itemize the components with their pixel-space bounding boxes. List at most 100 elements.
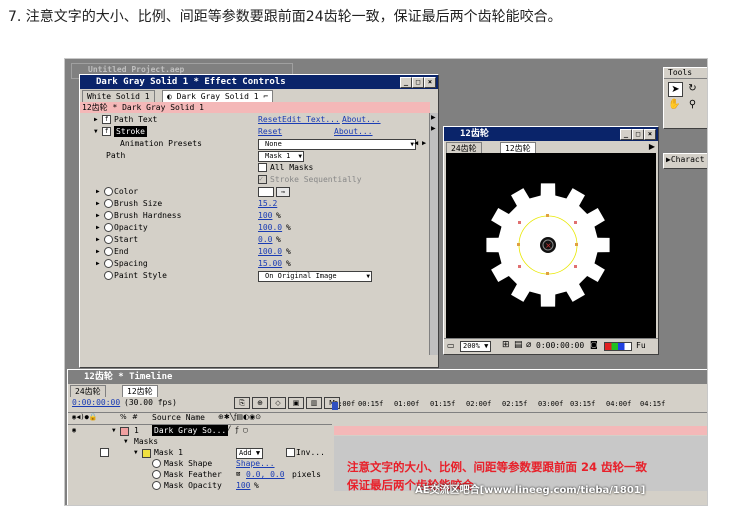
current-time-indicator[interactable] [332,402,338,410]
opacity-value[interactable]: 100.0 [258,222,282,233]
mask-vertex [546,272,549,275]
mask1-row: ▼ Mask 1 Add ▼ Inv... [68,447,707,459]
stopwatch-spacing-icon[interactable] [104,259,113,268]
hide-shy-layers-icon[interactable]: ▣ [288,397,304,409]
safe-zone-icon[interactable]: ▤ [514,340,523,350]
expand-brush-size-icon[interactable]: ▶ [96,198,100,209]
layer-row[interactable]: ◉ ▼ 1 Dark Gray So... ⊕ ╱ ƒ ▢ [68,425,707,436]
layer-label-color[interactable] [120,427,129,436]
path-text-about[interactable]: About... [342,114,381,125]
path-text-edit[interactable]: Edit Text... [282,114,340,125]
link-icon[interactable]: ⊠ [236,469,240,480]
stopwatch-color-icon[interactable] [104,187,113,196]
rotate-tool-icon[interactable]: ↻ [686,82,699,95]
stroke-reset[interactable]: Reset [258,126,282,137]
maximize-button[interactable]: □ [412,77,424,88]
comp-close-button[interactable]: × [644,129,656,140]
ec-scrollbar[interactable]: ▶ ▶ [429,113,438,355]
mask-shape-stopwatch-icon[interactable] [152,459,161,468]
brush-size-value[interactable]: 15.2 [258,198,277,209]
paint-style-value: On Original Image [265,272,337,280]
source-name-header[interactable]: Source Name [152,413,205,422]
mask-visibility-checkbox[interactable] [100,448,109,457]
expand-spacing-icon[interactable]: ▶ [96,258,100,269]
mask-feather-stopwatch-icon[interactable] [152,470,161,479]
mask-opacity-stopwatch-icon[interactable] [152,481,161,490]
stopwatch-end-icon[interactable] [104,247,113,256]
expand-color-icon[interactable]: ▶ [96,186,100,197]
zoom-dropdown[interactable]: 200% ▼ [460,341,492,352]
character-tab[interactable]: ▶Charact [666,155,705,164]
comp-minimize-button[interactable]: _ [620,129,632,140]
close-button[interactable]: × [424,77,436,88]
stroke-label[interactable]: Stroke [114,126,147,137]
expand-opacity-icon[interactable]: ▶ [96,222,100,233]
frame-blending-icon[interactable]: ▥ [306,397,322,409]
stroke-sequentially-checkbox[interactable]: ✓ [258,175,267,184]
mask-feather-value[interactable]: 0.0, 0.0 [246,469,285,480]
mask1-label[interactable]: Mask 1 [154,447,183,458]
brush-hardness-value[interactable]: 100 [258,210,272,221]
animation-presets-dropdown[interactable]: None ▼ [258,139,416,150]
mask1-twirl-icon[interactable]: ▼ [134,447,138,458]
comp-viewer[interactable]: × [446,153,656,338]
stopwatch-start-icon[interactable] [104,235,113,244]
mask-invert-checkbox[interactable] [286,448,295,457]
quality-dropdown[interactable]: Fu [636,341,646,350]
tab-white-solid[interactable]: White Solid 1 [82,90,155,102]
stopwatch-brush-hardness-icon[interactable] [104,211,113,220]
fx-stroke-icon[interactable]: f [102,127,111,136]
selection-tool-icon[interactable]: ➤ [668,82,683,97]
grid-icon[interactable]: ⊞ [502,340,510,350]
region-icon[interactable]: ▭ [447,341,455,350]
masks-twirl-icon[interactable]: ▼ [124,436,128,447]
fx-path-text-icon[interactable]: f [102,115,111,124]
stopwatch-brush-size-icon[interactable] [104,199,113,208]
path-text-reset[interactable]: Reset [258,114,282,125]
hand-tool-icon[interactable]: ✋ [668,98,681,111]
visibility-eye-icon[interactable]: ◉ [72,425,76,436]
timeline-timecode[interactable]: 0:00:00:00 [72,398,120,407]
layer-switch-icons[interactable]: ⊕ ╱ ƒ ▢ [218,425,248,436]
preset-next-icon[interactable]: ▶ [422,138,426,149]
layer-duration-bar[interactable] [334,426,707,435]
spacing-value[interactable]: 15.00 [258,258,282,269]
snapshot-icon[interactable]: ◙ [590,340,598,349]
ruler-tick: 01:15f [430,400,456,408]
draft-3d-icon[interactable]: ◇ [270,397,286,409]
all-masks-checkbox[interactable] [258,163,267,172]
layer-name[interactable]: Dark Gray So... [152,425,229,436]
comp-timecode[interactable]: 0:00:00:00 [536,341,584,350]
stopwatch-paint-style-icon[interactable] [104,271,113,280]
stroke-about[interactable]: About... [334,126,373,137]
expand-end-icon[interactable]: ▶ [96,246,100,257]
expand-brush-hardness-icon[interactable]: ▶ [96,210,100,221]
color-swatch[interactable] [258,187,274,197]
mask-opacity-value[interactable]: 100 [236,480,250,491]
zoom-tool-icon[interactable]: ⚲ [686,98,699,111]
ruler-tick: 03:00f [538,400,564,408]
mask-shape-value[interactable]: Shape... [236,458,275,469]
expand-path-text-icon[interactable]: ▶ [94,114,98,125]
stopwatch-opacity-icon[interactable] [104,223,113,232]
preset-prev-icon[interactable]: ◀ [414,138,418,149]
time-ruler[interactable]: 0:00f 00:15f 01:00f 01:15f 02:00f 02:15f… [334,396,707,412]
start-value[interactable]: 0.0 [258,234,272,245]
comp-tab-menu-icon[interactable]: ▶ [649,142,655,151]
minimize-button[interactable]: _ [400,77,412,88]
expand-stroke-icon[interactable]: ▼ [94,126,98,137]
layer-twirl-icon[interactable]: ▼ [112,425,116,436]
comp-mini-flowchart-icon[interactable]: ⎘ [234,397,250,409]
path-dropdown[interactable]: Mask 1 ▼ [258,151,304,162]
end-value[interactable]: 100.0 [258,246,282,257]
comp-maximize-button[interactable]: □ [632,129,644,140]
comp-bottom-bar: ▭ 200% ▼ ⊞ ▤ ⌀ 0:00:00:00 ◙ Fu [444,338,658,353]
expand-start-icon[interactable]: ▶ [96,234,100,245]
channel-colors[interactable] [604,342,632,351]
tab-dark-gray-solid[interactable]: ◐ Dark Gray Solid 1 ⌐ [162,90,274,102]
eyedropper-icon[interactable]: ⇒ [276,187,290,197]
live-update-icon[interactable]: ⊕ [252,397,268,409]
layer-path-bar: 12齿轮 * Dark Gray Solid 1 [80,102,430,113]
paint-style-dropdown[interactable]: On Original Image ▼ [258,271,372,282]
tab-dark-gray-label: Dark Gray Solid 1 [176,92,259,101]
